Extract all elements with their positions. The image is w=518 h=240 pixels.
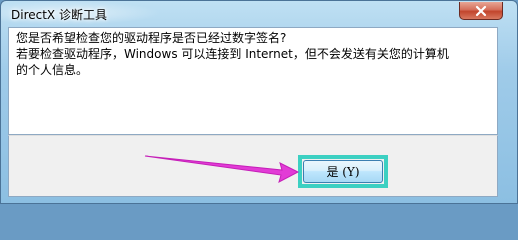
close-button[interactable] [459, 2, 503, 20]
message-text: 您是否希望检查您的驱动程序是否已经过数字签名? 若要检查驱动程序，Windows… [16, 30, 476, 78]
message-line-3: 的个人信息。 [16, 63, 89, 77]
message-line-1: 您是否希望检查您的驱动程序是否已经过数字签名? [16, 31, 287, 45]
close-icon [475, 5, 487, 16]
window-title: DirectX 诊断工具 [11, 8, 107, 22]
button-bar [8, 135, 498, 197]
message-line-2: 若要检查驱动程序，Windows 可以连接到 Internet，但不会发送有关您… [16, 47, 449, 61]
yes-button[interactable]: 是 (Y) [303, 160, 383, 183]
title-bar[interactable]: DirectX 诊断工具 [1, 1, 517, 27]
